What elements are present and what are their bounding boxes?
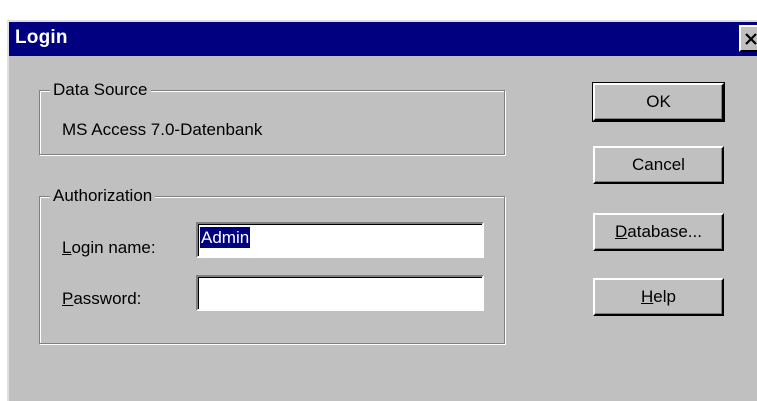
help-button[interactable]: Help	[593, 278, 724, 316]
cancel-button[interactable]: Cancel	[593, 146, 724, 184]
login-name-value: Admin	[200, 227, 251, 248]
password-label-text: assword:	[73, 289, 142, 308]
login-name-input[interactable]: Admin	[196, 222, 484, 258]
window-title: Login	[15, 27, 68, 48]
help-button-label: Help	[641, 287, 676, 307]
data-source-legend: Data Source	[50, 79, 151, 101]
authorization-group: Authorization Login name: Admin Password…	[39, 185, 505, 344]
help-label-text: elp	[653, 287, 676, 306]
password-mnemonic: P	[62, 289, 74, 308]
database-label-text: atabase...	[627, 222, 702, 241]
password-label: Password:	[62, 288, 141, 310]
login-name-label-text: ogin name:	[71, 238, 156, 257]
ok-button[interactable]: OK	[592, 82, 725, 122]
ok-button-label: OK	[646, 92, 671, 111]
cancel-button-label: Cancel	[632, 155, 685, 174]
login-dialog: Login Data Source MS Access 7.0-Datenban…	[7, 20, 757, 401]
database-mnemonic: D	[615, 222, 628, 241]
login-name-label: Login name:	[62, 237, 156, 259]
close-icon	[745, 32, 757, 45]
database-button-label: Database...	[615, 222, 702, 242]
help-mnemonic: H	[641, 287, 654, 306]
data-source-value: MS Access 7.0-Datenbank	[62, 120, 263, 139]
password-input[interactable]	[196, 275, 484, 311]
close-button[interactable]	[739, 25, 757, 52]
database-button[interactable]: Database...	[593, 213, 724, 251]
data-source-group: Data Source MS Access 7.0-Datenbank	[39, 79, 505, 155]
title-bar[interactable]: Login	[9, 22, 757, 56]
authorization-legend: Authorization	[50, 185, 156, 207]
